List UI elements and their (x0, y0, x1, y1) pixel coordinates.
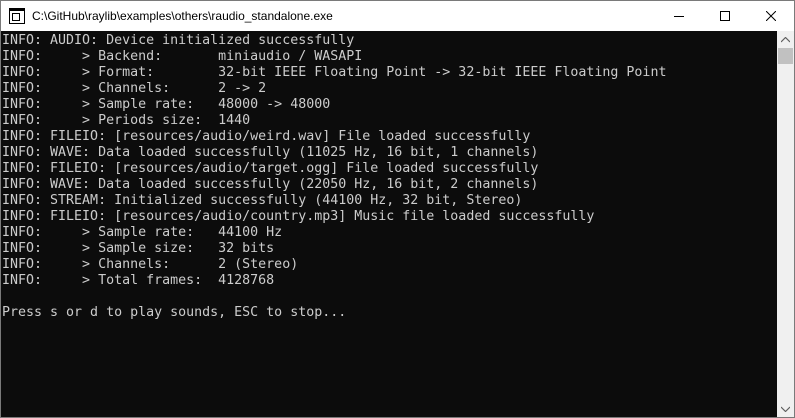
close-icon (766, 11, 776, 21)
arrow-up-icon (781, 36, 790, 42)
scroll-down-button[interactable] (777, 400, 794, 417)
console-line: INFO: WAVE: Data loaded successfully (11… (2, 145, 539, 160)
window-title: C:\GitHub\raylib\examples\others\raudio_… (32, 9, 333, 23)
arrow-down-icon (781, 406, 790, 412)
close-button[interactable] (748, 1, 794, 31)
title-bar[interactable]: C:\GitHub\raylib\examples\others\raudio_… (1, 1, 794, 31)
console-line: INFO: FILEIO: [resources/audio/weird.wav… (2, 129, 531, 144)
console-line: INFO: > Channels: 2 (Stereo) (2, 257, 299, 272)
console-line: INFO: > Periods size: 1440 (2, 113, 251, 128)
console-output[interactable]: INFO: AUDIO: Device initialized successf… (1, 31, 777, 417)
console-window: C:\GitHub\raylib\examples\others\raudio_… (0, 0, 795, 418)
console-lines: INFO: AUDIO: Device initialized successf… (1, 33, 666, 321)
caption-buttons (656, 1, 794, 31)
console-line: INFO: FILEIO: [resources/audio/target.og… (2, 161, 539, 176)
console-line: INFO: > Channels: 2 -> 2 (2, 81, 267, 96)
console-app-icon[interactable] (9, 8, 25, 24)
minimize-button[interactable] (656, 1, 702, 31)
console-line: INFO: > Total frames: 4128768 (2, 273, 275, 288)
prompt-line: Press s or d to play sounds, ESC to stop… (2, 305, 347, 320)
console-line: INFO: STREAM: Initialized successfully (… (2, 193, 523, 208)
console-line: INFO: > Sample rate: 48000 -> 48000 (2, 97, 331, 112)
console-line: INFO: AUDIO: Device initialized successf… (2, 33, 355, 48)
maximize-button[interactable] (702, 1, 748, 31)
maximize-icon (720, 11, 730, 21)
scroll-up-button[interactable] (777, 31, 794, 48)
console-line: INFO: > Backend: miniaudio / WASAPI (2, 49, 363, 64)
console-line: INFO: WAVE: Data loaded successfully (22… (2, 177, 539, 192)
console-line: INFO: FILEIO: [resources/audio/country.m… (2, 209, 595, 224)
console-line: INFO: > Format: 32-bit IEEE Floating Poi… (2, 65, 667, 80)
console-line: INFO: > Sample size: 32 bits (2, 241, 275, 256)
scroll-thumb[interactable] (778, 48, 793, 64)
console-line: INFO: > Sample rate: 44100 Hz (2, 225, 283, 240)
minimize-icon (674, 16, 684, 17)
vertical-scrollbar[interactable] (777, 31, 794, 417)
